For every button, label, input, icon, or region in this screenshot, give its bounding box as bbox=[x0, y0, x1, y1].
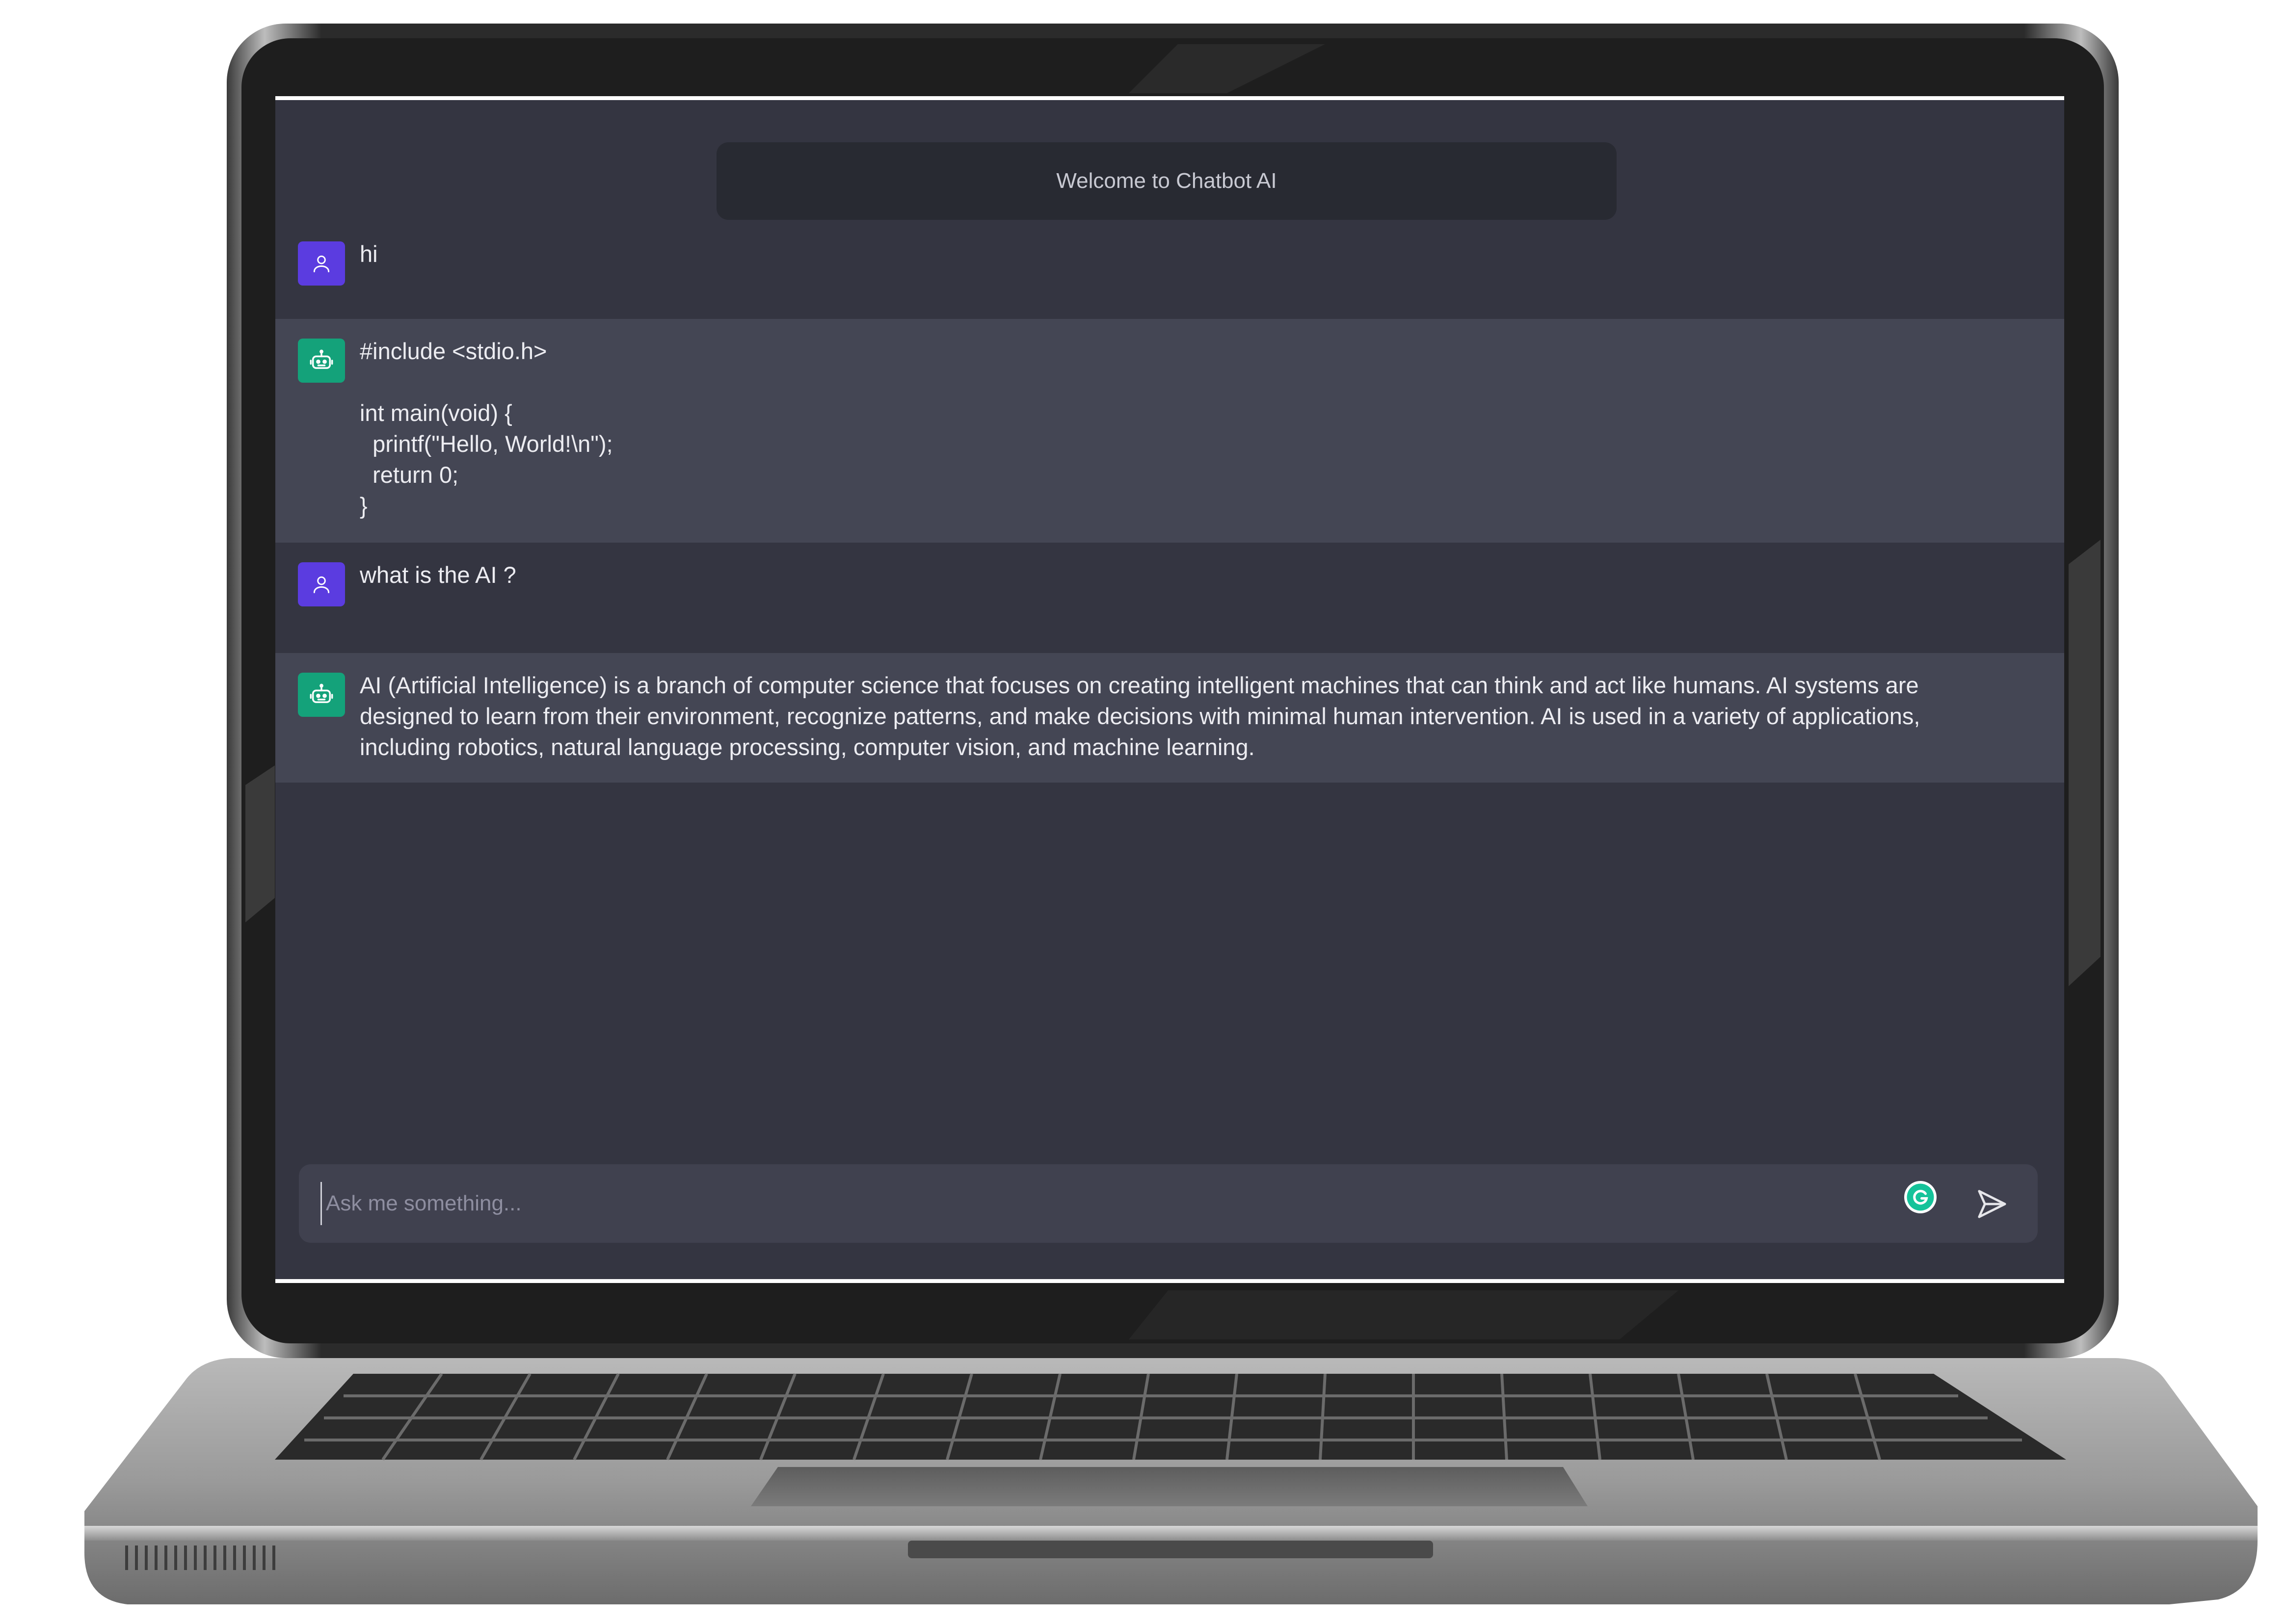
message-text: #include <stdio.h> int main(void) { prin… bbox=[360, 338, 613, 519]
message-bot: AI (Artificial Intelligence) is a branch… bbox=[275, 653, 2064, 783]
message-user: hi bbox=[275, 222, 2064, 319]
user-avatar bbox=[298, 241, 345, 286]
user-icon bbox=[311, 253, 332, 274]
message-input[interactable] bbox=[320, 1182, 1891, 1225]
message-bot: #include <stdio.h> int main(void) { prin… bbox=[275, 319, 2064, 543]
send-icon bbox=[1974, 1187, 2010, 1221]
robot-icon bbox=[309, 348, 334, 373]
message-user: what is the AI ? bbox=[275, 543, 2064, 653]
message-text: what is the AI ? bbox=[360, 562, 516, 588]
robot-icon bbox=[309, 682, 334, 707]
bot-avatar bbox=[298, 339, 345, 383]
composer bbox=[299, 1164, 2038, 1243]
grammarly-icon[interactable] bbox=[1904, 1181, 1937, 1213]
user-icon bbox=[311, 574, 332, 595]
chat-thread: hi #include <stdio.h> int main(void) { pr… bbox=[275, 100, 2064, 1279]
message-text: AI (Artificial Intelligence) is a branch… bbox=[360, 672, 1927, 760]
bot-avatar bbox=[298, 673, 345, 717]
user-avatar bbox=[298, 562, 345, 606]
message-text: hi bbox=[360, 241, 378, 267]
send-button[interactable] bbox=[1968, 1182, 2017, 1226]
